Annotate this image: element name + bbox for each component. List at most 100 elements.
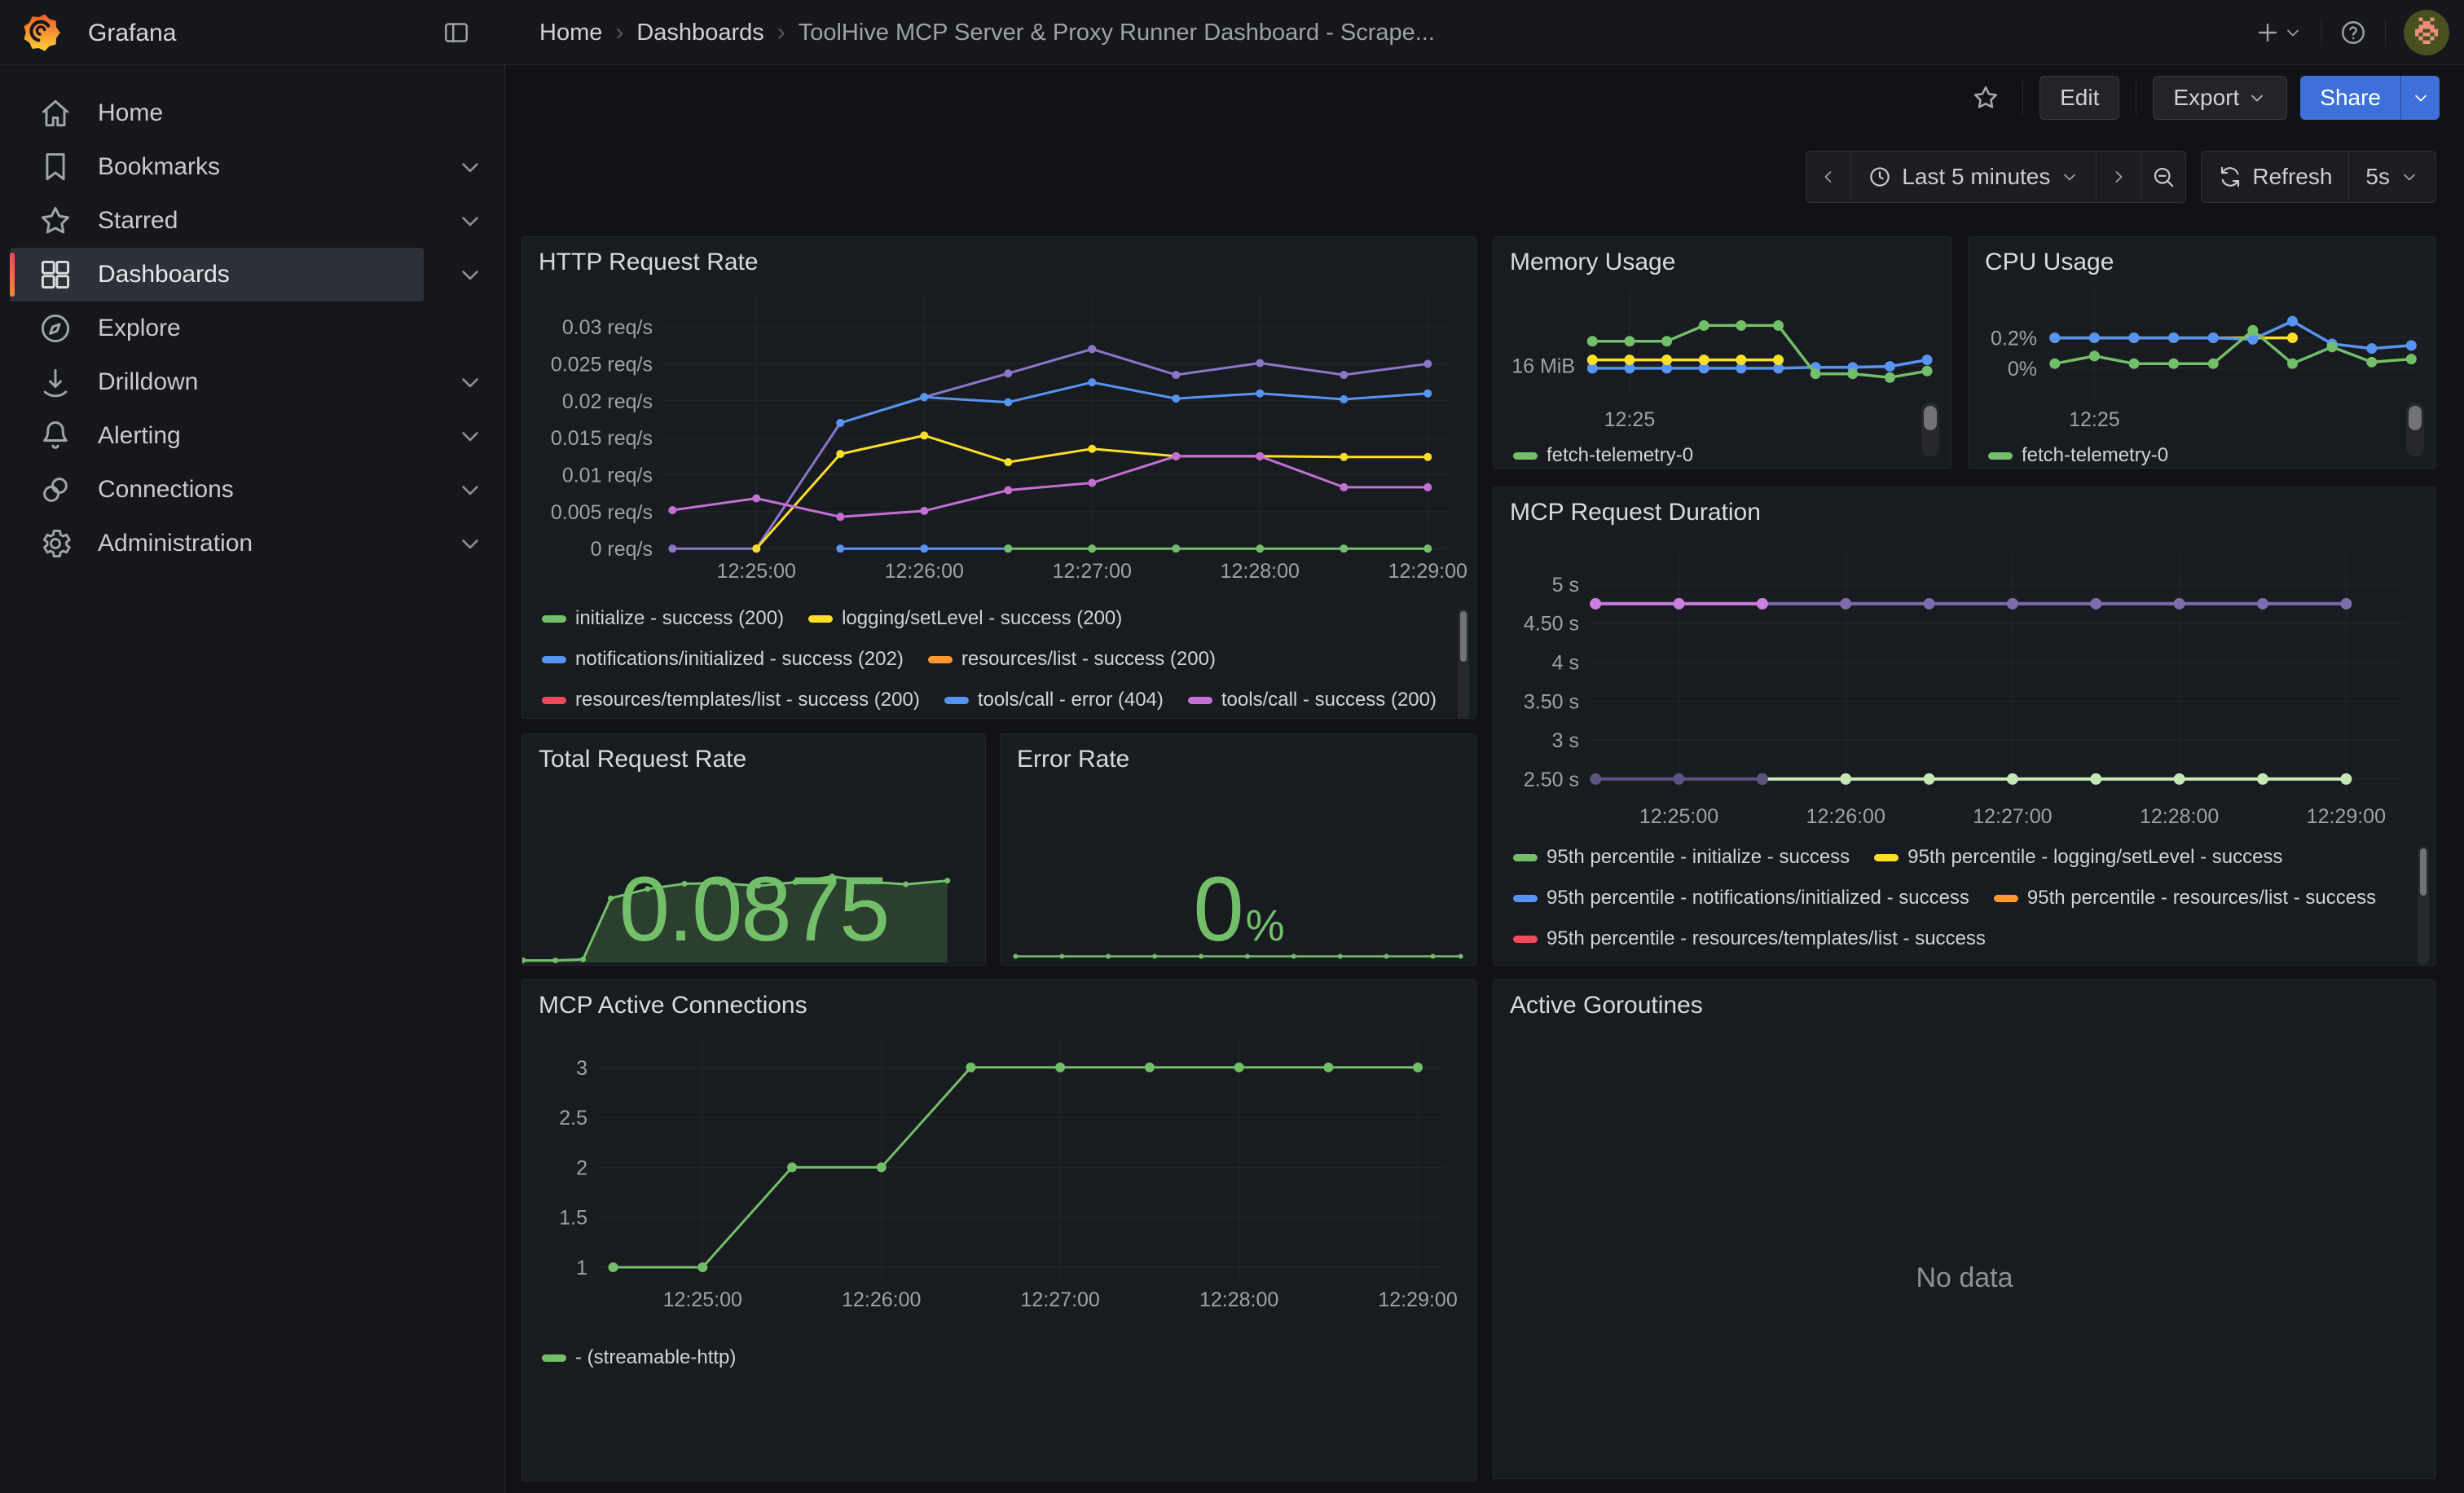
svg-text:12:25:00: 12:25:00	[663, 1288, 742, 1311]
chevron-down-icon[interactable]	[456, 261, 484, 288]
svg-text:3: 3	[576, 1057, 587, 1080]
refresh-interval-picker[interactable]: 5s	[2348, 151, 2436, 203]
legend-scrollbar[interactable]	[2418, 846, 2429, 965]
top-header: Grafana Home›Dashboards›ToolHive MCP Ser…	[0, 0, 2464, 65]
legend-item[interactable]: 95th percentile - resources/templates/li…	[1513, 924, 1986, 953]
panel-title[interactable]: MCP Active Connections	[522, 980, 1476, 1026]
sidebar-item-label: Administration	[98, 530, 253, 557]
breadcrumb-item[interactable]: Dashboards	[636, 20, 763, 46]
legend-item[interactable]: resources/list - success (200)	[928, 645, 1216, 674]
export-button[interactable]: Export	[2153, 76, 2287, 120]
legend-item[interactable]: tools/call - success (200)	[1188, 685, 1437, 715]
svg-text:12:29:00: 12:29:00	[2307, 805, 2386, 828]
sidebar-item-starred[interactable]: Starred	[10, 194, 424, 248]
sidebar-item-dashboards[interactable]: Dashboards	[10, 248, 424, 302]
legend-swatch	[1994, 895, 2018, 902]
legend-label: initialize - success (200)	[575, 607, 784, 630]
panel-title[interactable]: CPU Usage	[1969, 237, 2435, 283]
legend-scrollbar[interactable]	[1921, 403, 1939, 456]
scrollbar-thumb[interactable]	[2420, 848, 2427, 896]
legend-item[interactable]: 95th percentile - notifications/initiali…	[1513, 883, 1969, 913]
legend-item[interactable]: resources/templates/list - success (200)	[542, 685, 920, 715]
legend-item[interactable]: notifications/initialized - success (202…	[542, 645, 904, 674]
scrollbar-thumb[interactable]	[2409, 406, 2422, 430]
legend-swatch	[542, 1354, 566, 1362]
http-request-rate-chart[interactable]: 12:25:0012:26:0012:27:0012:28:0012:29:00…	[534, 286, 1466, 579]
legend-label: logging/setLevel - success (200)	[842, 607, 1122, 630]
chevron-down-icon[interactable]	[456, 530, 484, 557]
legend-label: notifications/initialized - success (202…	[575, 648, 904, 671]
svg-text:2.50 s: 2.50 s	[1524, 769, 1579, 791]
panel-mcp-active-connections: MCP Active Connections 12:25:0012:26:001…	[521, 980, 1476, 1482]
time-shift-forward-button[interactable]	[2096, 151, 2141, 203]
link-icon	[37, 472, 73, 508]
panel-http-request-rate: HTTP Request Rate 12:25:0012:26:0012:27:…	[521, 236, 1476, 719]
breadcrumb-item[interactable]: Home	[539, 20, 602, 46]
legend-item[interactable]: fetch-telemetry-0	[1513, 441, 1693, 469]
sidebar-item-connections[interactable]: Connections	[10, 463, 424, 517]
share-button[interactable]: Share	[2300, 76, 2400, 120]
svg-text:3 s: 3 s	[1552, 729, 1579, 752]
legend-label: 95th percentile - logging/setLevel - suc…	[1907, 846, 2282, 869]
cpu-usage-chart[interactable]: 12:250.2%0%	[1977, 283, 2429, 434]
grafana-logo-icon[interactable]	[21, 12, 62, 53]
chevron-down-icon[interactable]	[456, 368, 484, 396]
legend-item[interactable]: 95th percentile - resources/list - succe…	[1994, 883, 2376, 913]
panel-title[interactable]: Error Rate	[1001, 734, 1476, 780]
sidebar-item-explore[interactable]: Explore	[10, 302, 424, 355]
chevron-down-icon[interactable]	[456, 422, 484, 450]
panel-title[interactable]: MCP Request Duration	[1494, 487, 2435, 533]
refresh-button[interactable]: Refresh	[2201, 151, 2349, 203]
sidebar-item-label: Connections	[98, 476, 234, 504]
sidebar-toggle-icon[interactable]	[440, 18, 473, 47]
chevron-down-icon[interactable]	[456, 207, 484, 235]
panel-title[interactable]: Memory Usage	[1494, 237, 1951, 283]
legend-item[interactable]: fetch-telemetry-0	[1988, 441, 2168, 469]
grid-icon	[37, 257, 73, 293]
chevron-down-icon[interactable]	[456, 153, 484, 181]
svg-text:12:27:00: 12:27:00	[1053, 560, 1132, 583]
share-menu-button[interactable]	[2400, 76, 2440, 120]
sidebar-item-drilldown[interactable]: Drilldown	[10, 355, 424, 409]
legend-label: tools/call - error (404)	[978, 689, 1164, 711]
sidebar-item-bookmarks[interactable]: Bookmarks	[10, 140, 424, 194]
time-range-picker[interactable]: Last 5 minutes	[1850, 151, 2097, 203]
legend-swatch	[1513, 854, 1538, 861]
legend-item[interactable]: logging/setLevel - success (200)	[808, 604, 1122, 633]
memory-legend: fetch-telemetry-0	[1513, 441, 1902, 469]
panel-title[interactable]: Total Request Rate	[522, 734, 985, 780]
svg-text:5 s: 5 s	[1552, 574, 1579, 597]
scrollbar-thumb[interactable]	[1460, 611, 1467, 662]
legend-swatch	[1513, 936, 1538, 943]
legend-swatch	[1513, 895, 1538, 902]
svg-text:12:28:00: 12:28:00	[2140, 805, 2219, 828]
panel-title[interactable]: HTTP Request Rate	[522, 237, 1476, 283]
help-button[interactable]	[2339, 19, 2367, 46]
legend-item[interactable]: tools/call - error (404)	[944, 685, 1164, 715]
legend-item[interactable]: 95th percentile - logging/setLevel - suc…	[1874, 843, 2282, 872]
favorite-star-button[interactable]	[1965, 77, 2006, 118]
avatar[interactable]	[2404, 10, 2449, 55]
add-new-button[interactable]	[2254, 19, 2303, 46]
scrollbar-thumb[interactable]	[1924, 406, 1937, 430]
memory-usage-chart[interactable]: 12:2516 MiB	[1502, 283, 1944, 434]
sidebar-item-administration[interactable]: Administration	[10, 517, 424, 570]
legend-swatch	[928, 656, 953, 663]
panel-mcp-request-duration: MCP Request Duration 12:25:0012:26:0012:…	[1493, 487, 2436, 966]
chevron-down-icon[interactable]	[456, 476, 484, 504]
edit-button[interactable]: Edit	[2039, 76, 2119, 120]
sidebar-item-alerting[interactable]: Alerting	[10, 409, 424, 463]
svg-text:1.5: 1.5	[559, 1207, 587, 1230]
sidebar-item-home[interactable]: Home	[10, 86, 424, 140]
legend-item[interactable]: - (streamable-http)	[542, 1343, 736, 1372]
legend-scrollbar[interactable]	[2406, 403, 2424, 456]
mcp-request-duration-chart[interactable]: 12:25:0012:26:0012:27:0012:28:0012:29:00…	[1505, 536, 2421, 838]
svg-text:4 s: 4 s	[1552, 652, 1579, 675]
legend-label: resources/templates/list - success (200)	[575, 689, 920, 711]
time-shift-back-button[interactable]	[1806, 151, 1851, 203]
legend-scrollbar[interactable]	[1458, 609, 1469, 719]
legend-item[interactable]: 95th percentile - initialize - success	[1513, 843, 1850, 872]
zoom-out-button[interactable]	[2141, 151, 2186, 203]
mcp-active-connections-chart[interactable]: 12:25:0012:26:0012:27:0012:28:0012:29:00…	[534, 1029, 1466, 1323]
legend-item[interactable]: initialize - success (200)	[542, 604, 784, 633]
